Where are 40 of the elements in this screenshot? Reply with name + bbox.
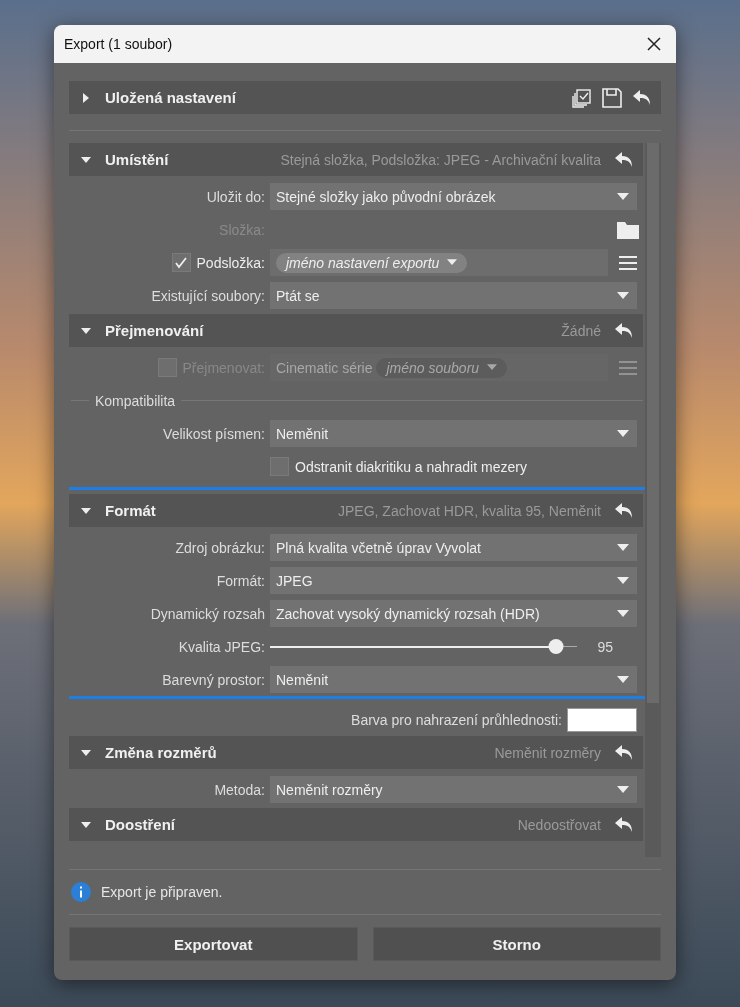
caret-icon xyxy=(617,192,629,201)
dropdown[interactable]: Ptát se xyxy=(270,282,637,309)
caret-icon xyxy=(617,609,629,618)
caret-icon xyxy=(617,429,629,438)
highlight-frame: Formát JPEG, Zachovat HDR, kvalita 95, Neměnit Zdroj obrázku: Plná kvalita včetně úprav Vyvolat Formát: JPEG Dynamický rozsah Zachovat vysoký dynamický rozsah (HDR) Kvalita JPEG: 95 Barevný prostor: Neměnit xyxy=(69,487,648,699)
dropdown[interactable]: Zachovat vysoký dynamický rozsah (HDR) xyxy=(270,600,637,627)
caret-icon xyxy=(617,785,629,794)
section-header[interactable]: Umístění Stejná složka, Podsložka: JPEG - Archivační kvalita xyxy=(69,143,643,176)
window-title: Export (1 soubor) xyxy=(64,36,174,52)
dropdown[interactable]: Stejné složky jako původní obrázek xyxy=(270,183,637,210)
dropdown[interactable]: Plná kvalita včetně úprav Vyvolat xyxy=(270,534,637,561)
caret-icon xyxy=(617,675,629,684)
dropdown[interactable]: JPEG xyxy=(270,567,637,594)
color-swatch[interactable] xyxy=(567,707,637,732)
checkbox[interactable] xyxy=(171,253,191,272)
caret-icon xyxy=(447,259,458,266)
dropdown[interactable]: Neměnit xyxy=(270,420,637,447)
scrollbar[interactable] xyxy=(645,143,661,857)
caret-icon xyxy=(617,576,629,585)
section-header[interactable]: Přejmenování Žádné xyxy=(69,314,643,347)
close-icon[interactable] xyxy=(646,36,662,52)
photos-check-icon[interactable] xyxy=(571,86,593,109)
dropdown[interactable]: Neměnit xyxy=(270,666,637,693)
caret-icon xyxy=(617,291,629,300)
status-text: Export je připraven. xyxy=(101,884,223,900)
section-header[interactable]: Změna rozměrů Neměnit rozměry xyxy=(69,736,643,769)
pattern-field[interactable]: jméno nastavení exportu xyxy=(270,249,608,276)
save-icon[interactable] xyxy=(601,86,623,109)
presets-header[interactable]: Uložená nastavení xyxy=(69,81,661,114)
export-button[interactable]: Exportovat xyxy=(69,927,358,961)
caret-icon xyxy=(617,543,629,552)
dropdown[interactable]: Neměnit rozměry xyxy=(270,776,637,803)
section-header[interactable]: Formát JPEG, Zachovat HDR, kvalita 95, Neměnit xyxy=(69,494,643,527)
caret-icon xyxy=(487,364,498,371)
cancel-button[interactable]: Storno xyxy=(372,927,661,961)
section-header[interactable]: Doostření Nedoostřovat xyxy=(69,808,643,841)
info-icon xyxy=(71,882,91,902)
folder-icon[interactable] xyxy=(617,220,639,239)
menu-icon[interactable] xyxy=(619,254,637,271)
group-title: Kompatibilita xyxy=(95,392,176,409)
